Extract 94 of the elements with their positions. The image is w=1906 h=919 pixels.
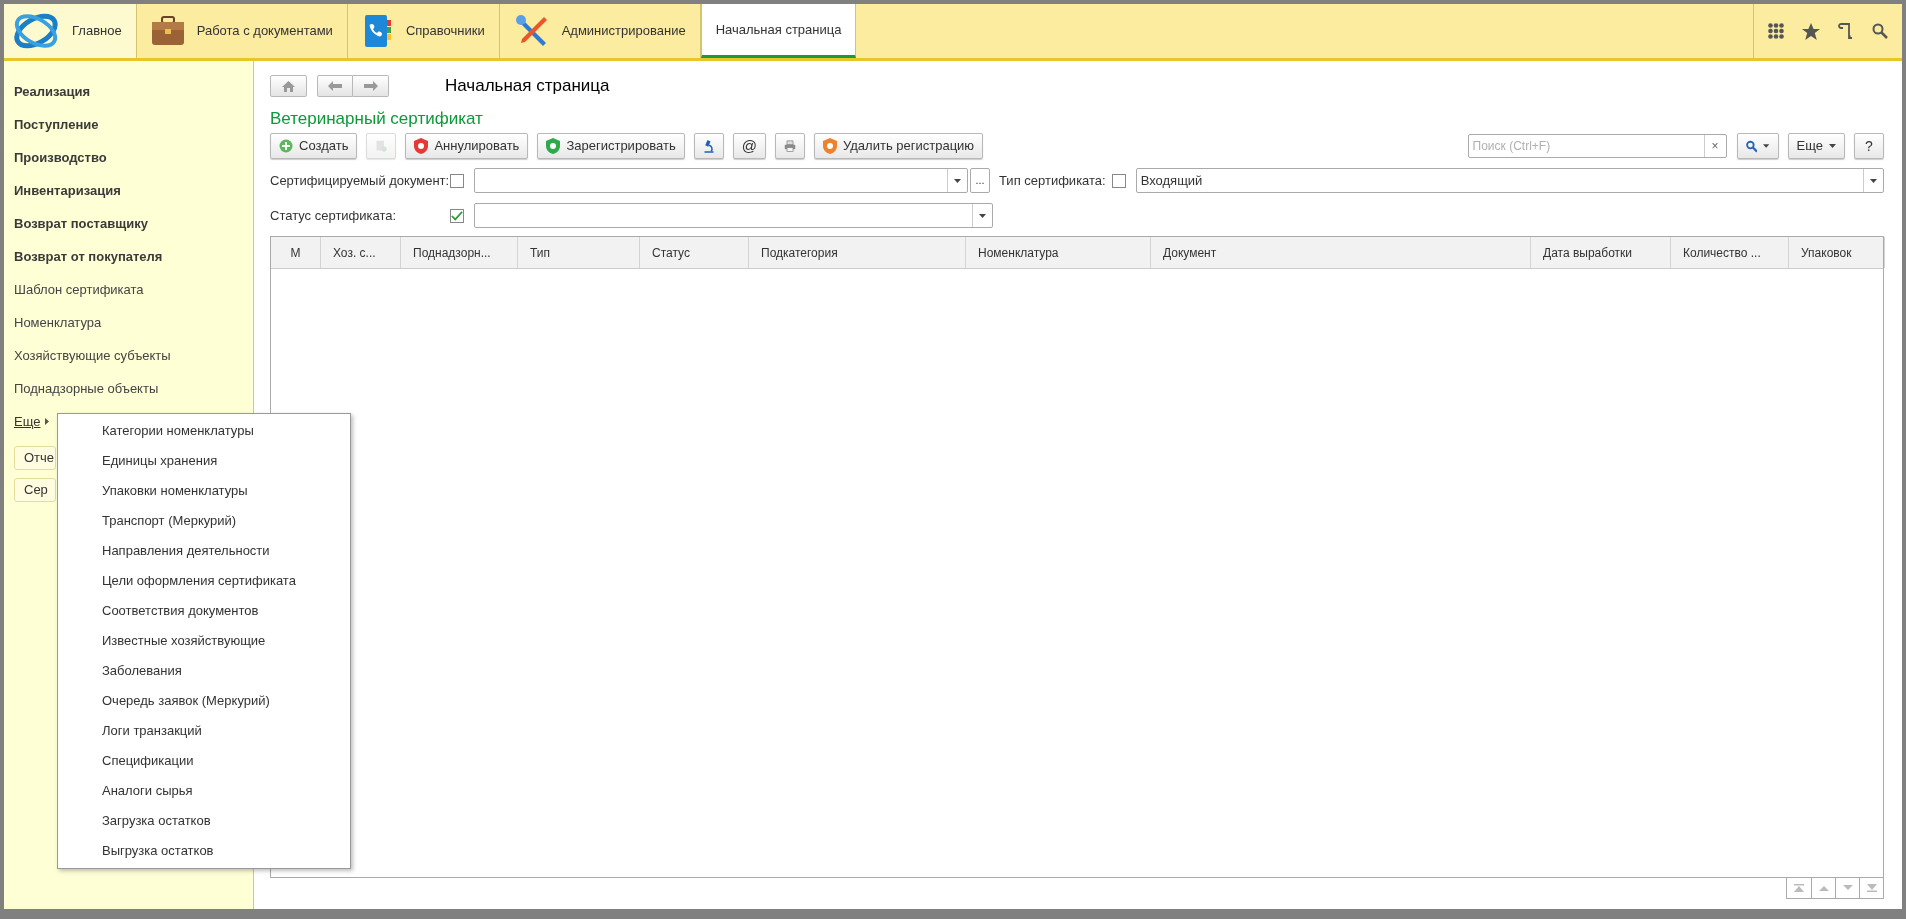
section-tab[interactable]: Работа с документами	[136, 4, 348, 58]
caret-icon	[1870, 178, 1877, 183]
back-button[interactable]	[317, 75, 353, 97]
form-title: Ветеринарный сертификат	[270, 108, 483, 128]
checkbox[interactable]	[450, 173, 464, 188]
caret-icon	[954, 178, 961, 183]
sidebar-link[interactable]: Шаблон сертификата	[14, 273, 253, 306]
field-label: Сертифицируемый документ:	[270, 171, 450, 190]
briefcase-icon	[150, 16, 185, 46]
column-header[interactable]: Дата выработки	[1531, 237, 1671, 268]
sidebar-link[interactable]: Номенклатура	[14, 306, 253, 339]
menu-item[interactable]: Направления деятельности	[58, 536, 350, 566]
toolbar-button[interactable]: @	[732, 133, 766, 159]
menu-item[interactable]: Спецификации	[58, 746, 350, 776]
certificate-type-field[interactable]: Входящий	[1135, 168, 1884, 193]
sidebar-link[interactable]: Производство	[14, 141, 253, 174]
sidebar-link[interactable]: Возврат от покупателя	[14, 240, 253, 273]
toolbar-button[interactable]: Аннулировать	[405, 133, 529, 159]
menu-item[interactable]: Цели оформления сертификата	[58, 566, 350, 596]
caret-icon	[45, 418, 50, 425]
page-title: Начальная страница	[445, 75, 610, 98]
select-button[interactable]: ...	[970, 168, 990, 193]
field-label: Тип сертификата:	[999, 171, 1106, 190]
toolbar-button[interactable]	[775, 133, 805, 159]
clear-button[interactable]: ×	[1703, 135, 1726, 157]
history-icon[interactable]	[1838, 22, 1854, 40]
menu-item[interactable]: Упаковки номенклатуры	[58, 476, 350, 506]
menu-item[interactable]: Очередь заявок (Меркурий)	[58, 686, 350, 716]
home-icon	[282, 80, 295, 92]
column-header[interactable]: Подкатегория	[749, 237, 966, 268]
status-field[interactable]	[474, 203, 993, 228]
toolbar-button[interactable]: Удалить регистрацию	[814, 133, 984, 159]
home-button[interactable]	[270, 75, 307, 97]
shield-icon	[414, 138, 429, 154]
checkbox[interactable]	[450, 208, 464, 223]
search-field[interactable]: Поиск (Ctrl+F) ×	[1467, 134, 1727, 158]
sidebar-link[interactable]: Возврат поставщику	[14, 207, 253, 240]
right-arrow-icon	[363, 81, 378, 91]
search-icon[interactable]	[1872, 23, 1888, 39]
forward-button[interactable]	[353, 75, 389, 97]
menu-item[interactable]: Единицы хранения	[58, 446, 350, 476]
copy-icon	[375, 138, 388, 154]
caret-icon	[1829, 144, 1836, 148]
section-tab[interactable]: Справочники	[347, 4, 500, 58]
sidebar-link[interactable]: Инвентаризация	[14, 174, 253, 207]
sidebar-link[interactable]: Поднадзорные объекты	[14, 372, 253, 405]
column-header[interactable]: Тип	[518, 237, 640, 268]
search-icon	[1745, 139, 1758, 153]
column-header[interactable]: Хоз. с...	[321, 237, 401, 268]
menu-item[interactable]: Логи транзакций	[58, 716, 350, 746]
help-button[interactable]: ?	[1854, 133, 1884, 159]
column-header[interactable]: Документ	[1151, 237, 1531, 268]
section-tab[interactable]: Главное	[4, 4, 137, 58]
tools-icon	[513, 13, 550, 49]
column-header[interactable]: Упаковок	[1789, 237, 1885, 268]
sidebar-button[interactable]: Отче	[14, 446, 56, 470]
menu-item[interactable]: Аналоги сырья	[58, 776, 350, 806]
document-field[interactable]	[474, 168, 968, 193]
toolbar-button[interactable]: Создать	[270, 133, 358, 159]
menu-item[interactable]: Категории номенклатуры	[58, 416, 350, 446]
sidebar-button[interactable]: Сер	[14, 478, 56, 502]
menu-item[interactable]: Соответствия документов	[58, 596, 350, 626]
printer-icon	[784, 138, 796, 154]
column-header[interactable]: Номенклатура	[966, 237, 1151, 268]
more-button[interactable]: Еще	[1787, 133, 1845, 159]
menu-item[interactable]: Известные хозяйствующие	[58, 626, 350, 656]
more-link[interactable]: Еще	[14, 411, 41, 432]
checkbox[interactable]	[1111, 173, 1126, 188]
caret-icon	[979, 213, 986, 218]
add-icon	[279, 139, 293, 153]
shield-icon	[823, 138, 837, 154]
caret-icon	[1763, 144, 1770, 148]
star-icon[interactable]	[1802, 22, 1820, 40]
field-label: Статус сертификата:	[270, 206, 398, 225]
column-header[interactable]: Количество ...	[1671, 237, 1789, 268]
search-button[interactable]	[1736, 133, 1779, 159]
menu-item[interactable]: Загрузка остатков	[58, 806, 350, 836]
column-header[interactable]: Поднадзорн...	[401, 237, 518, 268]
menu-item[interactable]: Выгрузка остатков	[58, 836, 350, 866]
menu-item[interactable]: Транспорт (Меркурий)	[58, 506, 350, 536]
menu-item[interactable]: Заболевания	[58, 656, 350, 686]
apps-grid-icon[interactable]	[1768, 23, 1784, 39]
toolbar-button[interactable]: Зарегистрировать	[537, 133, 685, 159]
section-tab[interactable]: Администрирование	[499, 4, 701, 58]
sidebar-link[interactable]: Хозяйствующие субъекты	[14, 339, 253, 372]
toolbar-button[interactable]	[693, 133, 724, 159]
section-tab[interactable]: Начальная страница	[700, 4, 857, 58]
column-header[interactable]: Статус	[640, 237, 749, 268]
microscope-icon	[702, 137, 715, 155]
column-header[interactable]: М	[271, 237, 321, 268]
shield-icon	[546, 138, 561, 154]
left-arrow-icon	[328, 81, 342, 91]
sidebar-link[interactable]: Поступление	[14, 108, 253, 141]
sidebar-link[interactable]: Реализация	[14, 75, 253, 108]
